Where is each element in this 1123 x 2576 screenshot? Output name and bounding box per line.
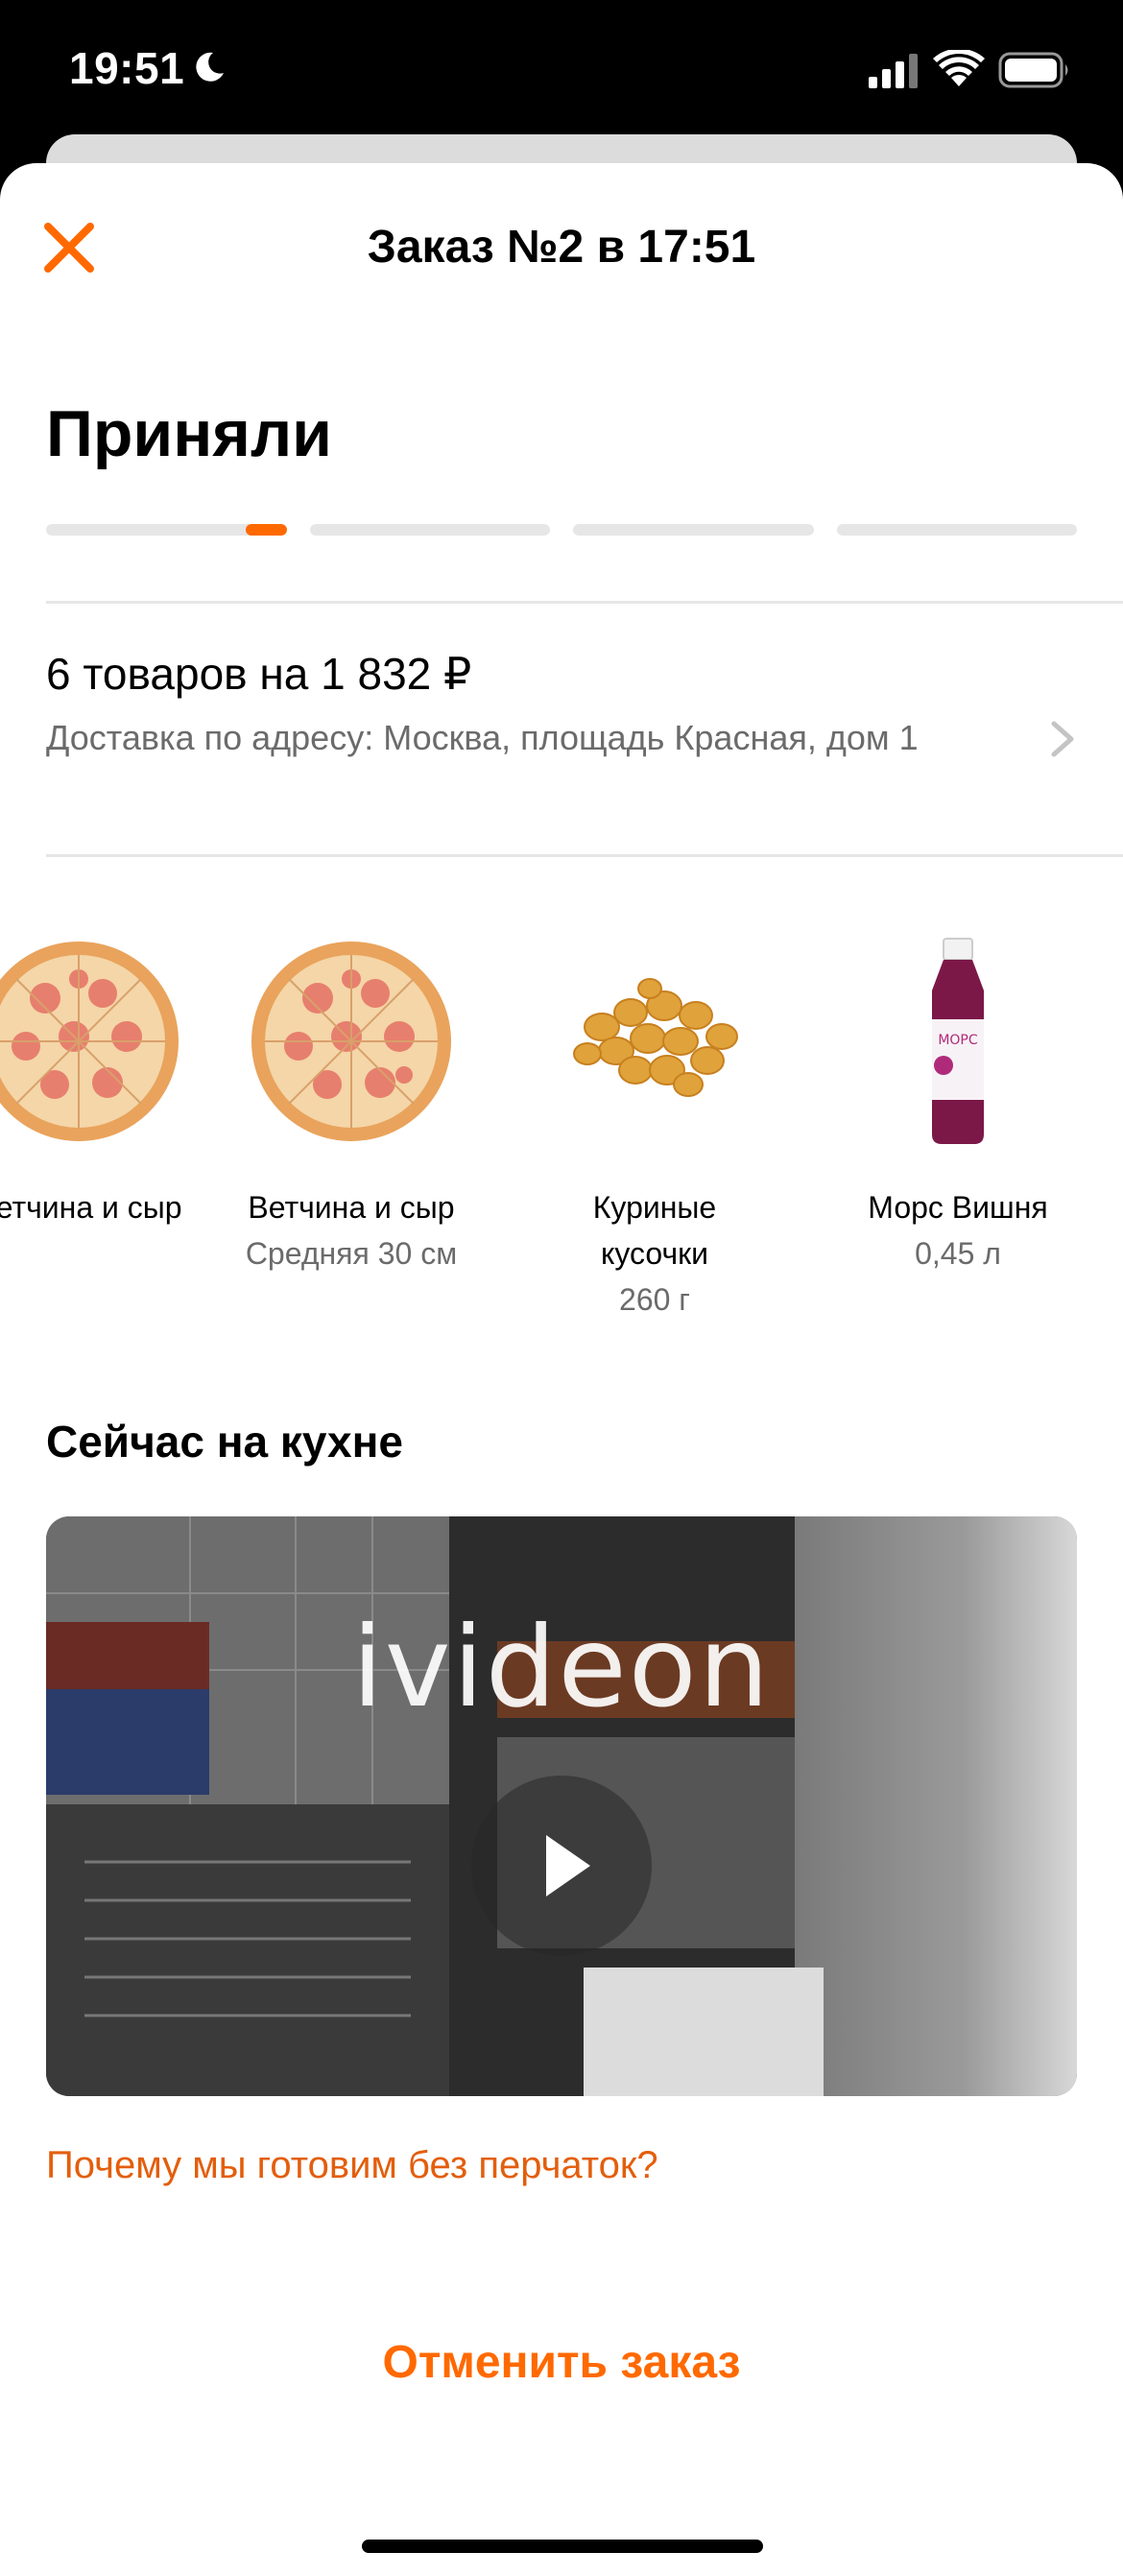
pizza-image bbox=[0, 942, 179, 1141]
home-indicator bbox=[362, 2540, 763, 2553]
juice-bottle-image: МОРС bbox=[932, 938, 984, 1144]
progress-step bbox=[836, 524, 1077, 536]
chicken-nuggets-image bbox=[573, 978, 738, 1097]
product-name: Ветчина и сыр bbox=[248, 1190, 455, 1225]
progress-step bbox=[309, 524, 550, 536]
delivery-address: Доставка по адресу: Москва, площадь Крас… bbox=[46, 718, 919, 757]
order-summary-row[interactable]: 6 товаров на 1 832 ₽ Доставка по адресу:… bbox=[46, 643, 1077, 873]
pizza-image bbox=[251, 942, 451, 1141]
play-button[interactable] bbox=[471, 1776, 652, 1956]
signal-icon bbox=[869, 54, 918, 88]
order-progress bbox=[46, 524, 1077, 536]
order-status-title: Приняли bbox=[46, 397, 332, 470]
product-name: Морс Вишня bbox=[868, 1190, 1048, 1225]
wifi-icon bbox=[933, 50, 985, 86]
product-size: 0,45 л bbox=[915, 1236, 1001, 1271]
order-total: 6 товаров на 1 832 ₽ bbox=[46, 649, 472, 699]
status-bar: 19:51 bbox=[0, 0, 1123, 144]
kitchen-video[interactable]: ivideon bbox=[46, 1516, 1077, 2096]
product-name: Куриные кусочки bbox=[592, 1190, 717, 1271]
product-card[interactable]: Ветчина и сыр Средняя 30 см bbox=[198, 931, 505, 1276]
product-card[interactable]: МОРС Морс Вишня 0,45 л bbox=[804, 931, 1111, 1276]
progress-fill bbox=[245, 524, 287, 536]
progress-step bbox=[573, 524, 814, 536]
moon-icon bbox=[196, 52, 224, 82]
divider bbox=[46, 854, 1123, 857]
header-title: Заказ №2 в 17:51 bbox=[367, 222, 756, 273]
kitchen-title: Сейчас на кухне bbox=[46, 1417, 403, 1467]
product-carousel[interactable]: Ветчина и сыр Ветчина и сыр Средняя 30 с… bbox=[0, 931, 1123, 1468]
order-sheet: Заказ №2 в 17:51 Приняли 6 товаров на 1 … bbox=[0, 163, 1123, 2576]
product-size: 260 г bbox=[619, 1282, 690, 1317]
divider bbox=[46, 601, 1123, 604]
cancel-order-button[interactable]: Отменить заказ bbox=[0, 2332, 1123, 2394]
svg-text:МОРС: МОРС bbox=[938, 1033, 978, 1048]
progress-step bbox=[46, 524, 287, 536]
chevron-right-icon bbox=[1051, 721, 1074, 757]
status-time: 19:51 bbox=[69, 43, 185, 93]
video-brand-logo: ivideon bbox=[351, 1603, 772, 1732]
product-size: Средняя 30 см bbox=[245, 1236, 458, 1271]
product-card[interactable]: Куриные кусочки 260 г bbox=[501, 931, 808, 1323]
battery-icon bbox=[998, 52, 1068, 88]
gloves-info-link[interactable]: Почему мы готовим без перчаток? bbox=[46, 2138, 658, 2192]
play-icon bbox=[546, 1835, 590, 1896]
